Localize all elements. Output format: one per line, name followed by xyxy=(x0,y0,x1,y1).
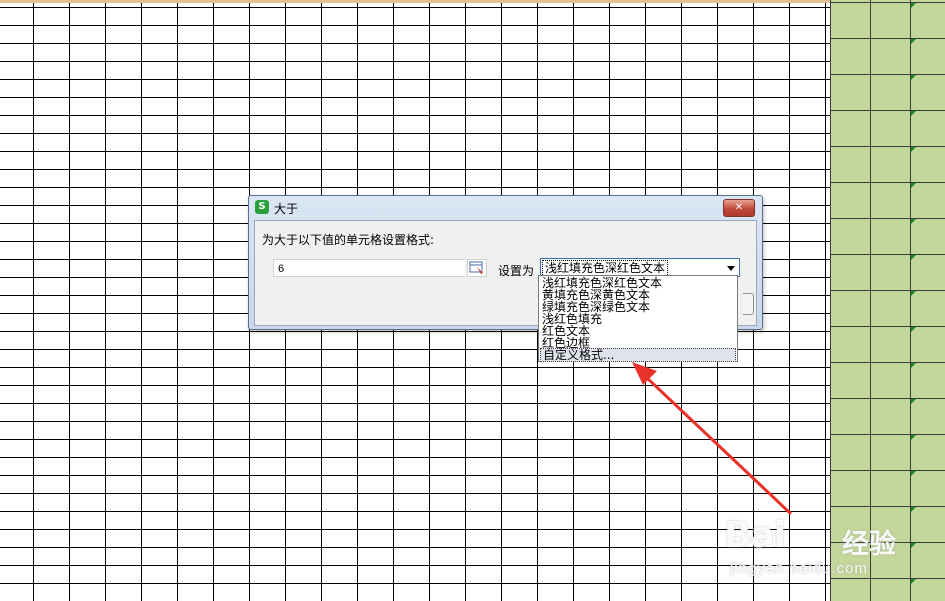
annotation-arrow-icon xyxy=(632,362,792,515)
watermark-title: 经验 xyxy=(842,529,896,560)
watermark-logo: Bai xyxy=(724,515,786,556)
watermark-url: jingyan.baidu.com xyxy=(730,560,868,577)
